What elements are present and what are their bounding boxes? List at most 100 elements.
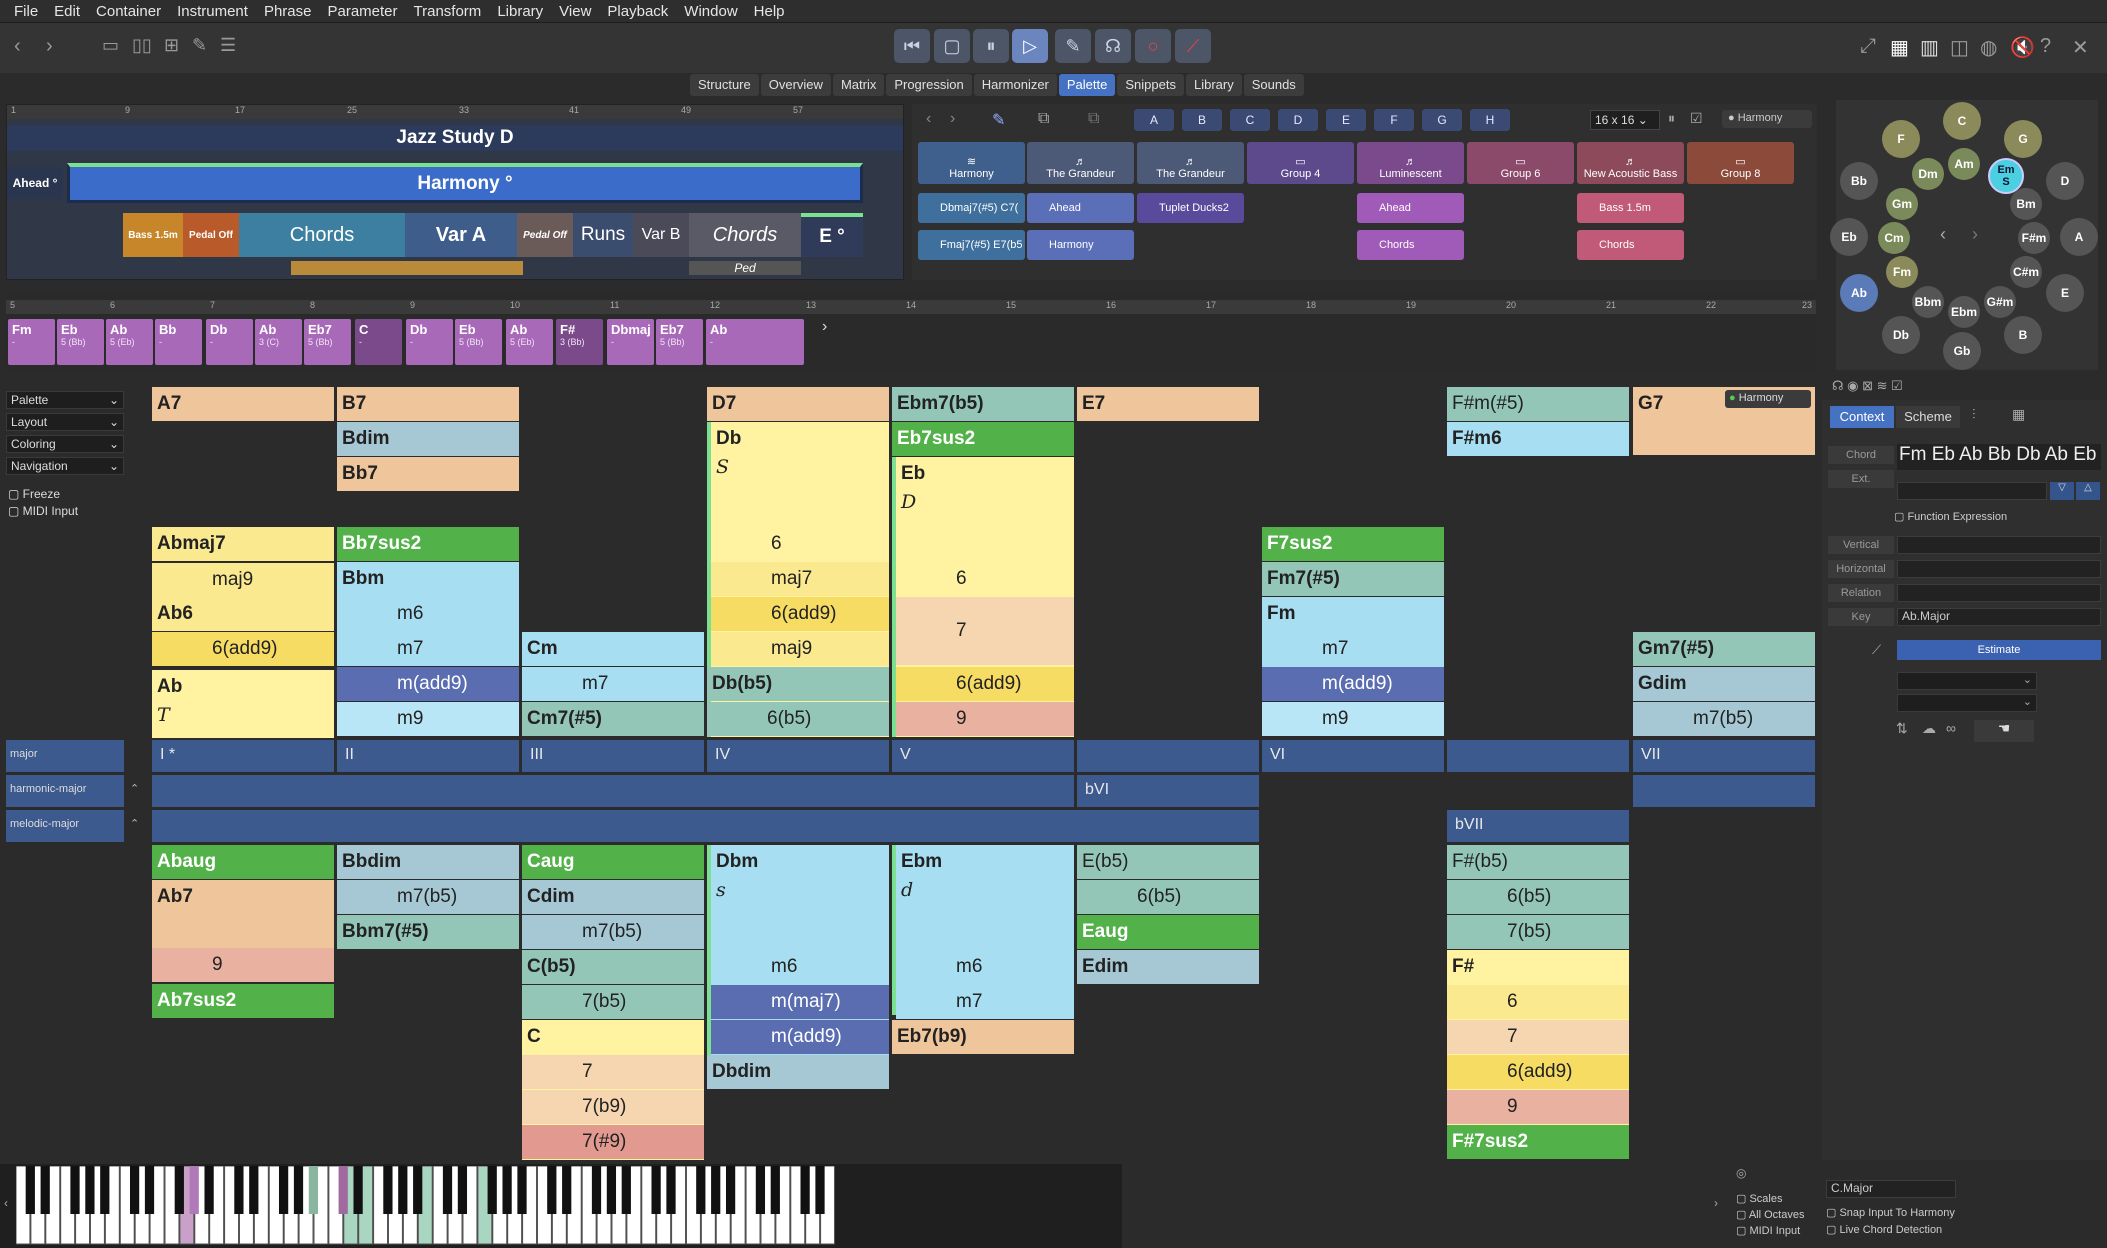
circle-prev-icon[interactable]: ‹ bbox=[1940, 224, 1946, 245]
key-node[interactable]: Gb bbox=[1943, 332, 1981, 370]
chord-chip[interactable]: Bb - bbox=[155, 319, 202, 365]
harmony-block[interactable]: Harmony ° bbox=[67, 163, 863, 203]
chord-cell-selected[interactable]: m(add9) bbox=[337, 667, 519, 701]
black-key[interactable] bbox=[413, 1166, 423, 1214]
link-chain-icon[interactable]: ∞ bbox=[1946, 720, 1956, 736]
menu-parameter[interactable]: Parameter bbox=[319, 3, 405, 20]
chord-track-next-icon[interactable]: › bbox=[822, 318, 827, 336]
chord-cell[interactable]: m7 bbox=[896, 985, 1074, 1019]
key-field[interactable]: Ab.Major bbox=[1897, 608, 2101, 626]
mute-icon[interactable]: 🔇 bbox=[2010, 35, 2035, 60]
palette-back-icon[interactable]: ‹ bbox=[926, 110, 931, 128]
chord-cell[interactable]: maj7 bbox=[711, 562, 889, 596]
chord-cell[interactable]: Bbdim bbox=[337, 845, 519, 879]
black-key[interactable] bbox=[174, 1166, 184, 1214]
pause-palette-icon[interactable]: ⏸ bbox=[1668, 110, 1675, 127]
piano-icon[interactable]: ▥ bbox=[1920, 35, 1939, 60]
grid-icon[interactable]: ▦ bbox=[1890, 35, 1909, 60]
chord-cell[interactable]: m9 bbox=[1262, 702, 1444, 736]
inspector-toolbar-icons[interactable]: ☊ ◉ ⊠ ≋ ☑ bbox=[1832, 378, 1903, 394]
chord-cell[interactable]: F#m(#5) bbox=[1447, 387, 1629, 421]
chord-cell[interactable]: 6 bbox=[711, 527, 889, 561]
chord-cell[interactable]: Db(b5) bbox=[707, 667, 889, 701]
chord-cell[interactable]: Caug bbox=[522, 845, 704, 879]
palette-slot[interactable]: ▭ Group 8 bbox=[1687, 142, 1794, 184]
menu-view[interactable]: View bbox=[551, 3, 599, 20]
check-icon[interactable]: ☑ bbox=[1690, 110, 1703, 127]
tab-harmonizer[interactable]: Harmonizer bbox=[973, 74, 1057, 96]
black-key[interactable] bbox=[308, 1166, 319, 1214]
palette-letter-d[interactable]: D bbox=[1278, 109, 1318, 131]
degree-iii[interactable]: III bbox=[522, 740, 704, 772]
var-a-block[interactable]: Var A bbox=[405, 213, 517, 257]
tab-library[interactable]: Library bbox=[1185, 74, 1242, 96]
chord-cell[interactable]: F#m6 bbox=[1447, 422, 1629, 456]
all-octaves-checkbox[interactable]: ▢ All Octaves bbox=[1736, 1208, 1804, 1221]
chord-chip[interactable]: Dbmaj - bbox=[607, 319, 654, 365]
black-key[interactable] bbox=[562, 1166, 572, 1214]
pen-tool-icon[interactable]: ✎ bbox=[992, 110, 1005, 130]
menu-container[interactable]: Container bbox=[88, 3, 169, 20]
chord-cell[interactable]: 7 bbox=[1447, 1020, 1629, 1054]
chord-cell[interactable]: m7(b5) bbox=[1633, 702, 1815, 736]
chord-cell[interactable]: 6(add9) bbox=[1447, 1055, 1629, 1089]
degree-v[interactable]: V bbox=[892, 740, 1074, 772]
chord-cell[interactable]: 6 bbox=[1447, 985, 1629, 1019]
black-key[interactable] bbox=[621, 1166, 631, 1214]
chord-cell[interactable]: 7 bbox=[896, 597, 1074, 665]
chord-cell[interactable]: A7 bbox=[152, 387, 334, 421]
chord-cell[interactable]: F#(b5) bbox=[1447, 845, 1629, 879]
record-icon[interactable]: ○ bbox=[1135, 29, 1171, 63]
key-node[interactable]: B bbox=[2004, 316, 2042, 354]
chord-chip[interactable]: C- bbox=[355, 319, 402, 365]
chord-cell-selected[interactable]: m(maj7) bbox=[711, 985, 889, 1019]
ped-block[interactable]: Ped bbox=[689, 261, 801, 275]
chord-cell[interactable]: F#7sus2 bbox=[1447, 1125, 1629, 1159]
chord-field[interactable]: Fm Eb Ab Bb Db Ab Eb bbox=[1897, 444, 2101, 470]
chord-cell[interactable]: E(b5) bbox=[1077, 845, 1259, 879]
black-key[interactable] bbox=[502, 1166, 512, 1214]
chord-cell[interactable]: B7 bbox=[337, 387, 519, 421]
palette-cell[interactable]: Fmaj7(#5) E7(b5 bbox=[918, 230, 1025, 260]
chord-cell[interactable]: Bdim bbox=[337, 422, 519, 456]
chord-cell[interactable]: Cm7(#5) bbox=[522, 702, 704, 736]
chords-block[interactable]: Chords bbox=[239, 213, 405, 257]
degree-vii[interactable]: VII bbox=[1633, 740, 1815, 772]
palette-dropdown[interactable]: Palette ⌄ bbox=[6, 391, 124, 409]
pedal-block[interactable]: Pedal Off bbox=[183, 213, 239, 257]
chord-chip[interactable]: Fm - bbox=[8, 319, 55, 365]
palette-letter-b[interactable]: B bbox=[1182, 109, 1222, 131]
wand-icon[interactable]: ⟋ bbox=[1872, 642, 1881, 658]
black-key[interactable] bbox=[606, 1166, 617, 1214]
minor-node[interactable]: Fm bbox=[1886, 256, 1918, 288]
palette-letter-g[interactable]: G bbox=[1422, 109, 1462, 131]
chord-cell[interactable]: Bb7 bbox=[337, 457, 519, 491]
palette-cell[interactable]: Bass 1.5m bbox=[1577, 193, 1684, 223]
chord-cell[interactable]: Fm7(#5) bbox=[1262, 562, 1444, 596]
palette-cell[interactable]: Dbmaj7(#5) C7( bbox=[918, 193, 1025, 223]
degree-empty[interactable] bbox=[1447, 740, 1629, 772]
palette-slot[interactable]: ♬ New Acoustic Bass bbox=[1577, 142, 1684, 184]
chord-chip[interactable]: Ab 3 (C) bbox=[255, 319, 302, 365]
chord-cell[interactable]: m6 bbox=[711, 950, 889, 984]
chord-cell[interactable]: Gdim bbox=[1633, 667, 1815, 701]
key-node[interactable]: Eb bbox=[1830, 218, 1868, 256]
tab-structure[interactable]: Structure bbox=[690, 74, 759, 96]
palette-cell[interactable]: Harmony bbox=[1027, 230, 1134, 260]
pedal-off-block[interactable]: Pedal Off bbox=[517, 213, 573, 257]
black-key[interactable] bbox=[457, 1166, 468, 1214]
black-key[interactable] bbox=[547, 1166, 557, 1214]
sort-icon[interactable]: ⇅ bbox=[1896, 720, 1908, 737]
degree-empty[interactable] bbox=[1633, 775, 1815, 807]
palette-cell[interactable]: Ahead bbox=[1357, 193, 1464, 223]
minor-node[interactable]: Am bbox=[1948, 148, 1980, 180]
chord-cell[interactable]: 7(b5) bbox=[1447, 915, 1629, 949]
circle-next-icon[interactable]: › bbox=[1972, 224, 1978, 245]
collapse-icon[interactable]: ⌃ bbox=[130, 817, 139, 830]
key-node[interactable]: C bbox=[1943, 102, 1981, 140]
chord-cell[interactable]: 6(b5) bbox=[1447, 880, 1629, 914]
palette-icon[interactable]: ◍ bbox=[1980, 35, 1997, 60]
var-b-block[interactable]: Var B bbox=[633, 213, 689, 257]
tools-icon[interactable]: ✕ bbox=[2072, 35, 2089, 60]
chord-cell[interactable]: 9 bbox=[152, 948, 334, 982]
